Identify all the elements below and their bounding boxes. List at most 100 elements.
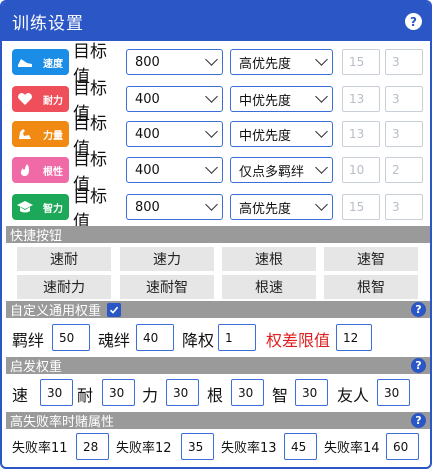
chevron-down-icon (205, 198, 218, 211)
fail-rate-input[interactable]: 45 (284, 433, 317, 460)
reduce-label: 降权 (182, 331, 215, 350)
quick-button[interactable]: 速耐力 (17, 275, 111, 299)
stat-badge: 力量 (12, 121, 69, 147)
chevron-down-icon (205, 125, 218, 138)
priority-select[interactable]: 仅点多羁绊 (230, 157, 333, 183)
target-row: 速度 目标值 800 高优先度 (12, 42, 333, 87)
panel-title: 训练设置 (12, 14, 84, 34)
selected-priority: 仅点多羁绊 (239, 164, 305, 180)
bond-label: 羁绊 (12, 331, 45, 350)
heuristic-weight-input[interactable]: 30 (166, 379, 199, 406)
target-value-select[interactable]: 400 (126, 157, 223, 183)
fail-rate-label: 失败率12 (116, 441, 172, 456)
heuristic-label: 根 (207, 386, 224, 405)
quick-button[interactable]: 速智 (324, 247, 418, 271)
soul-weight-input[interactable]: 40 (136, 324, 174, 351)
custom-weight-checkbox[interactable] (107, 302, 122, 317)
heuristic-label: 力 (142, 386, 159, 405)
priority-select[interactable]: 高优先度 (230, 194, 333, 220)
selected-priority: 高优先度 (239, 56, 292, 72)
heuristic-weight-input[interactable]: 30 (231, 379, 264, 406)
priority-select[interactable]: 中优先度 (230, 121, 333, 147)
fail-rate-input[interactable]: 60 (386, 433, 419, 460)
fail-rate-label: 失败率11 (12, 441, 68, 456)
disabled-param-a: 13 (342, 86, 380, 112)
chevron-down-icon (205, 90, 218, 103)
disabled-param-a: 13 (342, 121, 380, 147)
disabled-param-b: 3 (385, 121, 423, 147)
custom-weight-header: 自定义通用权重 ? (6, 301, 430, 319)
selected-value: 400 (135, 126, 160, 142)
training-settings-panel: 训练设置 ? 速度 目标值 800 高优先度 15 3 耐力 目标值 400 中优先度 13 3 力量目… (0, 0, 432, 469)
reduce-weight-input[interactable]: 1 (218, 324, 256, 351)
selected-value: 400 (135, 91, 160, 107)
quick-buttons-header: 快捷按钮 (6, 226, 430, 244)
target-value-select[interactable]: 400 (126, 86, 223, 112)
quick-button[interactable]: 根速 (222, 275, 316, 299)
quick-button[interactable]: 根智 (324, 275, 418, 299)
target-row: 耐力 目标值 400 中优先度 (12, 79, 333, 124)
soul-label: 魂绊 (98, 331, 131, 350)
diff-limit-input[interactable]: 12 (336, 324, 372, 351)
stat-name: 耐力 (43, 95, 63, 107)
heuristic-label: 友人 (337, 386, 370, 405)
quick-button[interactable]: 速力 (120, 247, 214, 271)
fail-rate-input[interactable]: 28 (76, 433, 109, 460)
heuristic-weight-input[interactable]: 30 (102, 379, 135, 406)
help-icon[interactable]: ? (405, 13, 422, 30)
stat-badge: 速度 (12, 49, 69, 75)
target-label: 目标值 (73, 187, 107, 232)
section-title: 快捷按钮 (10, 229, 63, 244)
heuristic-label: 速 (12, 386, 29, 405)
heuristic-weight-input[interactable]: 30 (40, 379, 73, 406)
fail-rate-input[interactable]: 35 (181, 433, 214, 460)
chevron-down-icon (315, 53, 328, 66)
section-title: 自定义通用权重 (10, 304, 102, 319)
target-value-select[interactable]: 800 (126, 49, 223, 75)
quick-button[interactable]: 速耐 (17, 247, 111, 271)
heart-icon (16, 90, 34, 108)
diff-limit-label: 权差限值 (266, 331, 331, 350)
shoe-icon (16, 53, 34, 71)
chevron-down-icon (315, 125, 328, 138)
target-value-select[interactable]: 400 (126, 121, 223, 147)
heuristic-label: 智 (272, 386, 289, 405)
fail-rate-header: 高失败率时赌属性 ? (6, 412, 430, 430)
stat-name: 根性 (43, 166, 63, 178)
help-icon[interactable]: ? (411, 302, 426, 317)
help-icon[interactable]: ? (411, 358, 426, 373)
checkmark-icon (109, 306, 119, 314)
title-bar: 训练设置 ? (2, 2, 430, 41)
quick-button[interactable]: 速耐智 (120, 275, 214, 299)
chevron-down-icon (315, 198, 328, 211)
selected-priority: 高优先度 (239, 201, 292, 217)
flex-icon (16, 125, 34, 143)
priority-select[interactable]: 高优先度 (230, 49, 333, 75)
selected-value: 800 (135, 199, 160, 215)
target-value-select[interactable]: 800 (126, 194, 223, 220)
chevron-down-icon (315, 161, 328, 174)
bond-weight-input[interactable]: 50 (52, 324, 90, 351)
disabled-param-b: 3 (385, 49, 423, 75)
selected-value: 400 (135, 162, 160, 178)
quick-button[interactable]: 速根 (222, 247, 316, 271)
selected-priority: 中优先度 (239, 128, 292, 144)
heuristic-weight-input[interactable]: 30 (295, 379, 328, 406)
heuristic-weight-input[interactable]: 30 (377, 379, 410, 406)
chevron-down-icon (205, 53, 218, 66)
stat-name: 智力 (43, 203, 63, 215)
disabled-param-a: 15 (342, 194, 380, 220)
target-row: 智力 目标值 800 高优先度 (12, 187, 333, 232)
selected-value: 800 (135, 54, 160, 70)
heuristic-weight-header: 启发权重 ? (6, 357, 430, 375)
chevron-down-icon (205, 161, 218, 174)
disabled-param-b: 3 (385, 86, 423, 112)
grad-cap-icon (16, 198, 34, 216)
disabled-param-a: 15 (342, 49, 380, 75)
stat-badge: 耐力 (12, 86, 69, 112)
help-icon[interactable]: ? (411, 413, 426, 428)
chevron-down-icon (315, 90, 328, 103)
priority-select[interactable]: 中优先度 (230, 86, 333, 112)
stat-name: 速度 (43, 58, 63, 70)
stat-badge: 根性 (12, 157, 69, 183)
